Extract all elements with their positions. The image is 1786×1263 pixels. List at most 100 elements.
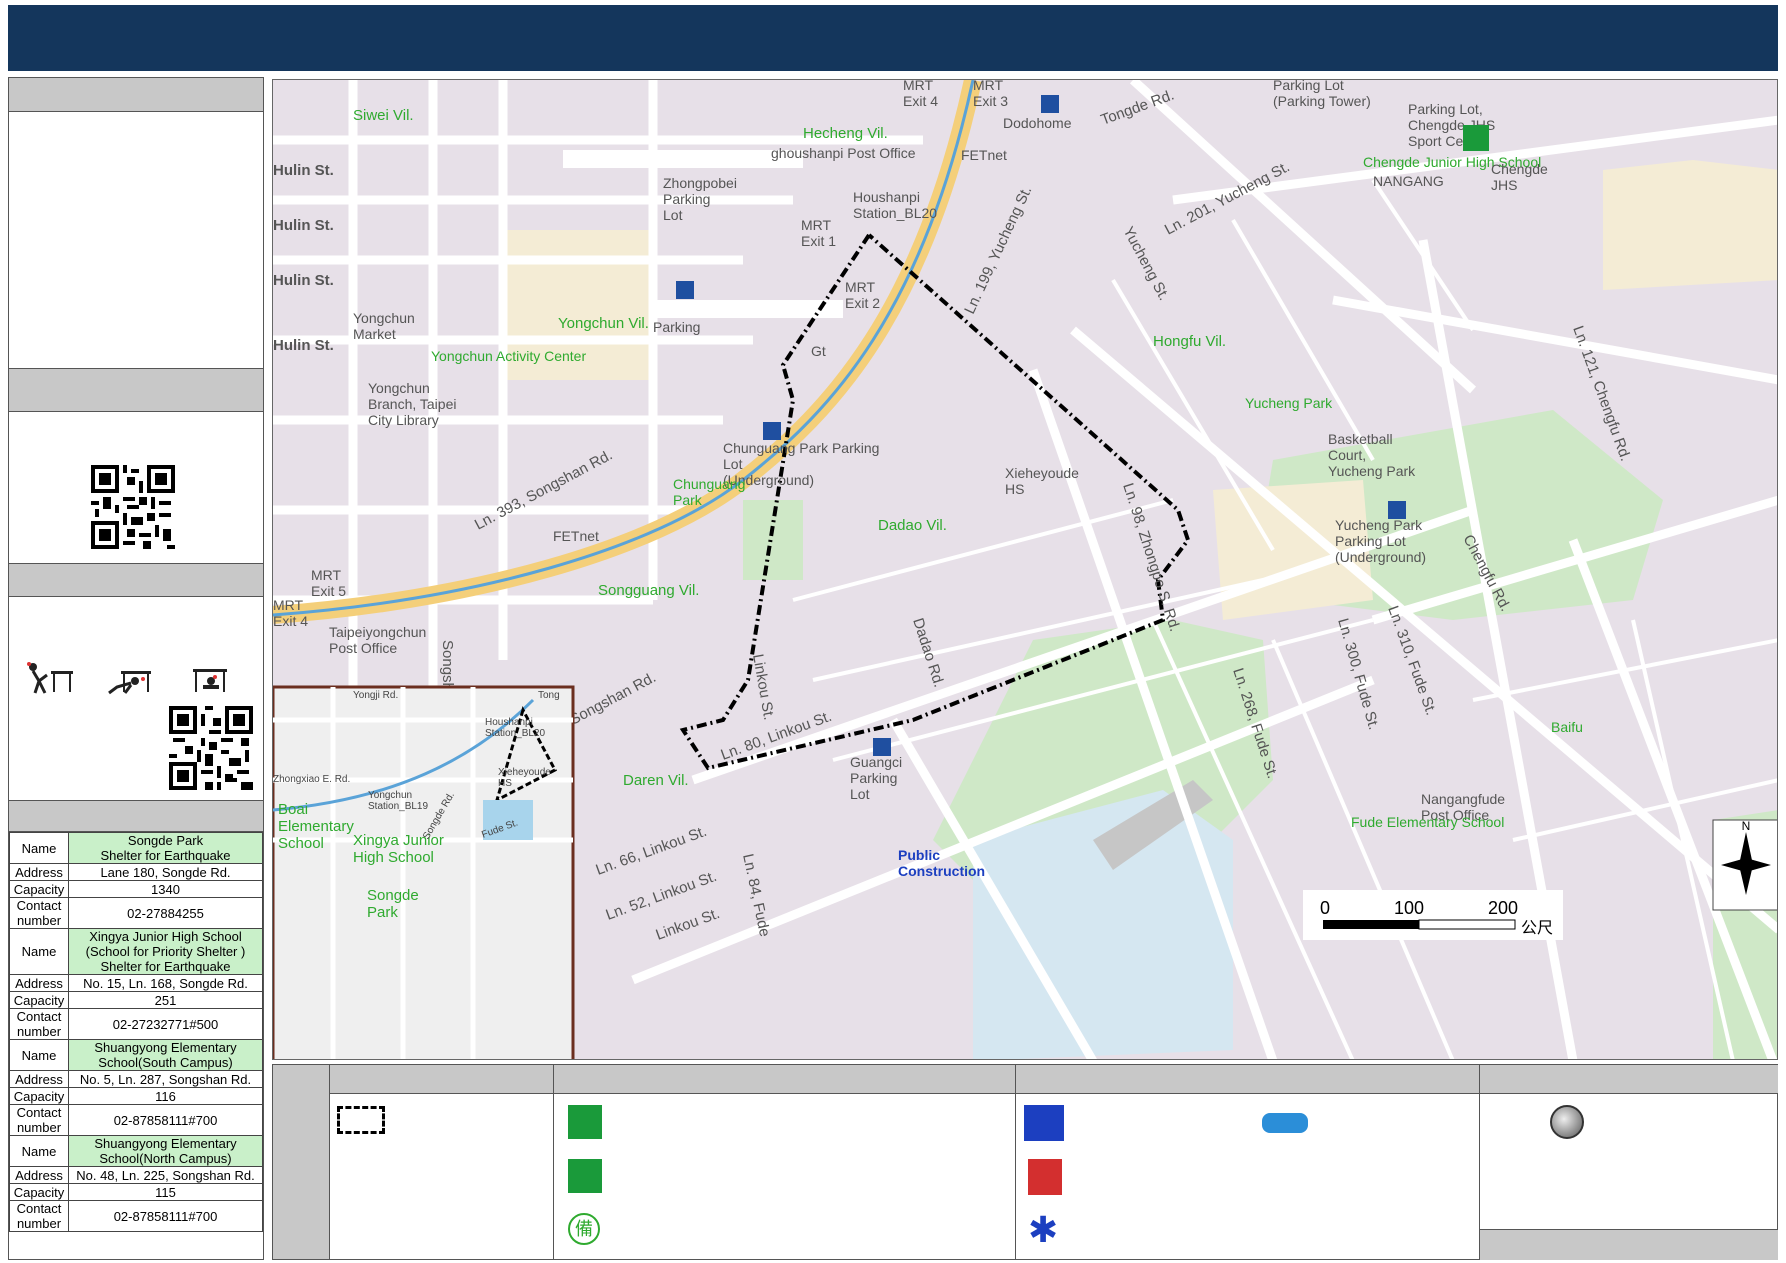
shelter-row-name: Name Xingya Junior High School (School for… xyxy=(9,928,263,975)
poi-label-mrt_exit_3_top: MRT Exit 3 xyxy=(973,80,1008,109)
shelter-capacity-label: Capacity xyxy=(9,1087,69,1105)
drop-figure-icon xyxy=(23,661,75,702)
shelter-capacity-label: Capacity xyxy=(9,991,69,1009)
helipad-legend-icon xyxy=(1262,1113,1308,1133)
shelter-name-label: Name xyxy=(9,1135,69,1167)
village-label: Siwei Vil. xyxy=(353,107,414,124)
village-label: Yongchun Vil. xyxy=(558,315,649,332)
shelter-name-label: Name xyxy=(9,832,69,864)
village-label: Hongfu Vil. xyxy=(1153,333,1226,350)
marker-legend-icon xyxy=(1550,1105,1584,1139)
qr-code-app[interactable] xyxy=(91,465,175,549)
inset-label: Zhongxiao E. Rd. xyxy=(273,774,350,785)
ambulance-legend-icon: ✱ xyxy=(1028,1209,1059,1250)
shelter-row-name: Name Songde Park Shelter for Earthquake xyxy=(9,832,263,864)
poi-label-fetnet_mid: FETnet xyxy=(553,528,599,544)
map-canvas[interactable]: Siwei Vil. Hecheng Vil. Yongchun Vil. Hongf… xyxy=(273,80,1778,1060)
legend-col-4 xyxy=(1479,1065,1778,1260)
masked-label xyxy=(653,300,843,318)
poi-label-post_office_top: ghoushanpi Post Office xyxy=(771,145,916,161)
shelter-row-capacity: Capacity 251 xyxy=(9,991,263,1009)
poi-label-parking: Parking xyxy=(653,319,700,335)
street-label: Hulin St. xyxy=(273,162,334,179)
village-label: Songguang Vil. xyxy=(598,582,699,599)
shelter-address-label: Address xyxy=(9,1070,69,1088)
street-label: Hulin St. xyxy=(273,217,334,234)
qr-code-guide[interactable] xyxy=(169,706,253,790)
shelter-contact-value: 02-27884255 xyxy=(68,897,263,929)
shelter-name-value: Songde Park Shelter for Earthquake xyxy=(68,832,263,864)
shelter-row-capacity: Capacity 116 xyxy=(9,1087,263,1105)
cover-figure-icon xyxy=(105,661,157,702)
shelter-legend-icon xyxy=(568,1105,602,1139)
shelter-contact-label: Contact number xyxy=(9,1008,69,1040)
inset-label: Tong xyxy=(538,690,560,701)
shelter-name-value: Xingya Junior High School (School for Pri… xyxy=(68,928,263,975)
poi-label-mrt_exit_4_top: MRT Exit 4 xyxy=(903,80,938,109)
poi-label-yongchun_activity: Yongchun Activity Center xyxy=(431,348,586,364)
inset-label: Yongji Rd. xyxy=(353,690,398,701)
poi-label-dodohome: Dodohome xyxy=(1003,115,1072,131)
scale-tick-label: 100 xyxy=(1394,898,1424,918)
poi-label-yucheng_park: Yucheng Park xyxy=(1245,395,1333,411)
shelter-name-label: Name xyxy=(9,1039,69,1071)
shelter-capacity-value: 1340 xyxy=(68,880,263,898)
shelter-contact-label: Contact number xyxy=(9,1104,69,1136)
fire-legend-icon xyxy=(1028,1159,1062,1195)
masked-label xyxy=(563,150,803,168)
shelter-row-address: Address No. 5, Ln. 287, Songshan Rd. xyxy=(9,1070,263,1088)
legend-col-2: 備 xyxy=(553,1065,1016,1259)
shelter-row-capacity: Capacity 1340 xyxy=(9,880,263,898)
shelter-capacity-value: 251 xyxy=(68,991,263,1009)
shelter-row-name: Name Shuangyong Elementary School(North Ca… xyxy=(9,1135,263,1167)
village-label: Daren Vil. xyxy=(623,772,689,789)
shelter-capacity-value: 115 xyxy=(68,1183,263,1201)
shelter-address-label: Address xyxy=(9,974,69,992)
legend-col-0 xyxy=(273,1065,329,1259)
shelter-contact-value: 02-87858111#700 xyxy=(68,1104,263,1136)
shelter-capacity-label: Capacity xyxy=(9,1183,69,1201)
sidebar: Name Songde Park Shelter for Earthquake Add… xyxy=(8,77,264,1260)
north-label: N xyxy=(1742,819,1751,833)
shelter-table: Name Songde Park Shelter for Earthquake Add… xyxy=(9,832,263,1232)
poi-label-mrt_exit_5: MRT Exit 5 xyxy=(311,567,346,599)
map-area[interactable]: Siwei Vil. Hecheng Vil. Yongchun Vil. Hongf… xyxy=(272,79,1778,1060)
shelter-row-contact: Contact number 02-87858111#700 xyxy=(9,1200,263,1232)
north-arrow-icon xyxy=(1712,819,1777,911)
preparedness-legend-icon: 備 xyxy=(568,1213,600,1245)
poi-label-mrt_exit_4_left: MRT Exit 4 xyxy=(273,597,308,629)
shelter-contact-label: Contact number xyxy=(9,897,69,929)
shelter-row-address: Address Lane 180, Songde Rd. xyxy=(9,863,263,881)
legend-col-3: ✱ xyxy=(1015,1065,1480,1259)
shelter-contact-value: 02-87858111#700 xyxy=(68,1200,263,1232)
shelter-row-contact: Contact number 02-27232771#500 xyxy=(9,1008,263,1040)
shelter-contact-label: Contact number xyxy=(9,1200,69,1232)
shelter-contact-value: 02-27232771#500 xyxy=(68,1008,263,1040)
poi-label-nangang: NANGANG xyxy=(1373,173,1444,189)
police-legend-icon xyxy=(1024,1105,1064,1141)
shelter-address-value: Lane 180, Songde Rd. xyxy=(68,863,263,881)
shelter-address-value: No. 15, Ln. 168, Songde Rd. xyxy=(68,974,263,992)
hold-figure-icon xyxy=(189,661,241,702)
legend-panel: 備 ✱ xyxy=(272,1064,1778,1260)
title-banner xyxy=(8,5,1778,71)
sidebar-header-1 xyxy=(9,78,263,112)
poi-label-fude_school: Fude Elementary School xyxy=(1351,814,1504,830)
shelter-row-contact: Contact number 02-27884255 xyxy=(9,897,263,929)
evacuation-legend-icon xyxy=(568,1159,602,1193)
sidebar-header-3 xyxy=(9,563,263,597)
shelter-capacity-value: 116 xyxy=(68,1087,263,1105)
shelter-address-value: No. 48, Ln. 225, Songshan Rd. xyxy=(68,1166,263,1184)
poi-label-mrt_exit_1: MRT Exit 1 xyxy=(801,217,836,249)
shelter-capacity-label: Capacity xyxy=(9,880,69,898)
village-label: Dadao Vil. xyxy=(878,517,947,534)
scale-tick-label: 200 xyxy=(1488,898,1518,918)
poi-label-mrt_exit_2: MRT Exit 2 xyxy=(845,279,880,311)
street-label: Hulin St. xyxy=(273,272,334,289)
shelter-row-address: Address No. 48, Ln. 225, Songshan Rd. xyxy=(9,1166,263,1184)
scale-tick-label: 0 xyxy=(1320,898,1330,918)
shelter-name-value: Shuangyong Elementary School(North Campus… xyxy=(68,1135,263,1167)
shelter-address-label: Address xyxy=(9,863,69,881)
inset-map[interactable] xyxy=(273,685,575,1060)
poi-label-fetnet_top: FETnet xyxy=(961,147,1007,163)
